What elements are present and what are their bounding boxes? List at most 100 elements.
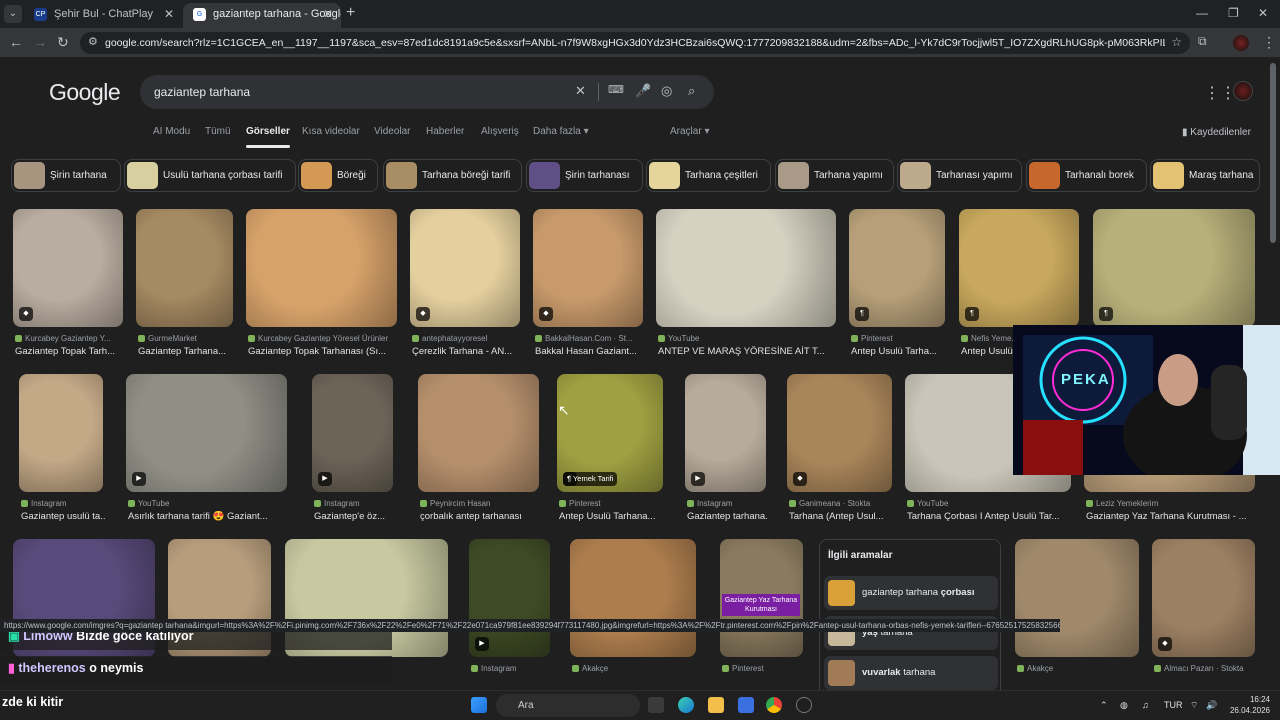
result-thumbnail[interactable]: [19, 374, 103, 492]
file-explorer-icon[interactable]: [708, 697, 724, 713]
result-title[interactable]: Tarhana (Antep Usul...: [789, 511, 894, 522]
image-result[interactable]: ¶ Pinterest Antep Usulü Tarha...: [849, 209, 945, 359]
image-result[interactable]: GurmeMarket Gaziantep Tarhana...: [136, 209, 233, 359]
account-avatar[interactable]: [1233, 81, 1253, 101]
app-icon[interactable]: [796, 697, 812, 713]
input-language[interactable]: TUR: [1164, 700, 1183, 710]
headset-icon[interactable]: ♫: [1142, 700, 1149, 710]
image-result[interactable]: ◆ Almacı Pazarı · Stokta: [1152, 539, 1255, 689]
chip[interactable]: Şirin tarhanası: [526, 159, 643, 192]
result-title[interactable]: Tarhana Çorbası I Antep Usulü Tar...: [907, 511, 1073, 522]
site-info-icon[interactable]: ⚙: [88, 35, 98, 48]
minimize-icon[interactable]: —: [1196, 6, 1208, 20]
profile-avatar[interactable]: [1233, 35, 1249, 51]
tab-short-videos[interactable]: Kısa videolar: [302, 126, 360, 137]
bookmark-star-icon[interactable]: ☆: [1171, 35, 1182, 49]
volume-icon[interactable]: 🔊: [1206, 700, 1217, 711]
image-result[interactable]: ▶ YouTube Asırlık tarhana tarifi 😍 Gaziant…: [126, 374, 287, 524]
back-icon[interactable]: ←: [9, 34, 23, 50]
result-thumbnail[interactable]: [656, 209, 836, 327]
chip[interactable]: Böreği: [298, 159, 378, 192]
wifi-icon[interactable]: ⌔: [1190, 700, 1198, 711]
image-result[interactable]: ▶ Instagram Gaziantep tarhana...: [685, 374, 768, 524]
store-icon[interactable]: [738, 697, 754, 713]
result-title[interactable]: Gaziantep Yaz Tarhana Kurutması - ...: [1086, 511, 1257, 522]
image-result[interactable]: Akakçe: [570, 539, 696, 689]
chip[interactable]: Tarhanası yapımı: [897, 159, 1022, 192]
restore-icon[interactable]: ❐: [1228, 6, 1239, 20]
clear-search-icon[interactable]: ✕: [575, 83, 586, 99]
forward-icon[interactable]: →: [33, 34, 47, 50]
image-result[interactable]: YouTube ANTEP VE MARAŞ YÖRESİNE AİT T...: [656, 209, 836, 359]
result-title[interactable]: Gaziantep'e öz...: [314, 511, 395, 522]
result-title[interactable]: ANTEP VE MARAŞ YÖRESİNE AİT T...: [658, 346, 838, 357]
tools-button[interactable]: Araçlar ▾: [670, 126, 709, 137]
chip[interactable]: Tarhana yapımı: [775, 159, 894, 192]
browser-menu-icon[interactable]: ⋮: [1262, 34, 1276, 51]
result-title[interactable]: Bakkal Hasan Gaziant...: [535, 346, 645, 357]
result-thumbnail[interactable]: [418, 374, 539, 492]
image-result[interactable]: ◆ antephatayyoresel Çerezlik Tarhana - AN.…: [410, 209, 520, 359]
tab-videos[interactable]: Videolar: [374, 126, 411, 137]
edge-icon[interactable]: [678, 697, 694, 713]
apps-grid-icon[interactable]: ⋮⋮: [1204, 83, 1236, 103]
address-bar[interactable]: ⚙ google.com/search?rlz=1C1GCEA_en__1197…: [80, 32, 1190, 54]
google-logo[interactable]: Google: [49, 79, 121, 106]
close-tab-icon[interactable]: ✕: [164, 3, 174, 25]
image-result[interactable]: ▶ Instagram: [469, 539, 550, 689]
image-result[interactable]: Kurcabey Gaziantep Yöresel Ürünler Gazian…: [246, 209, 397, 359]
related-search-item[interactable]: vuvarlak tarhana: [824, 656, 998, 690]
image-result[interactable]: ◆ Ganimeana · Stokta Tarhana (Antep Usul..…: [787, 374, 892, 524]
image-result[interactable]: Instagram Gaziantep usulü ta...: [19, 374, 105, 524]
image-result[interactable]: ¶¶ Yemek TarifiPinterestAntep Usulü Tarh…: [557, 374, 663, 524]
result-title[interactable]: Gaziantep Topak Tarh...: [15, 346, 125, 357]
taskbar-search[interactable]: Ara: [496, 694, 640, 717]
image-result[interactable]: ◆ BakkalHasan.Com · St... Bakkal Hasan Gaz…: [533, 209, 643, 359]
tray-chevron-icon[interactable]: ⌃: [1100, 700, 1108, 711]
result-title[interactable]: Gaziantep Topak Tarhanası (Sı...: [248, 346, 399, 357]
tab-ai-mode[interactable]: AI Modu: [153, 126, 190, 137]
result-thumbnail[interactable]: [1093, 209, 1255, 327]
search-icon[interactable]: ⌕: [688, 83, 695, 99]
close-tab-icon[interactable]: ✕: [323, 3, 333, 25]
browser-tab-chatplay[interactable]: CP Şehir Bul - ChatPlay ✕: [24, 3, 182, 28]
result-thumbnail[interactable]: [570, 539, 696, 657]
new-tab-button[interactable]: +: [346, 4, 355, 22]
result-title[interactable]: çorbalık antep tarhanası: [420, 511, 541, 522]
result-thumbnail[interactable]: [126, 374, 287, 492]
result-thumbnail[interactable]: [136, 209, 233, 327]
chip[interactable]: Tarhana böreği tarifi: [383, 159, 522, 192]
result-title[interactable]: Antep Usulü Tarha...: [851, 346, 947, 357]
search-box[interactable]: gaziantep tarhana ✕ ⌨ 🎤 ◎ ⌕: [140, 75, 714, 109]
network-icon[interactable]: ◍: [1120, 700, 1128, 711]
result-title[interactable]: Çerezlik Tarhana - AN...: [412, 346, 522, 357]
chip[interactable]: Tarhanalı borek: [1026, 159, 1147, 192]
result-thumbnail[interactable]: [246, 209, 397, 327]
chip[interactable]: Şirin tarhana: [11, 159, 121, 192]
keyboard-icon[interactable]: ⌨: [608, 83, 624, 96]
image-result[interactable]: ▶ Instagram Gaziantep'e öz...: [312, 374, 393, 524]
image-result[interactable]: Akakçe: [1015, 539, 1139, 689]
tab-shopping[interactable]: Alışveriş: [481, 126, 519, 137]
result-title[interactable]: Asırlık tarhana tarifi 😍 Gaziant...: [128, 511, 289, 522]
browser-tab-google[interactable]: G gaziantep tarhana - Google'da ✕: [183, 3, 341, 28]
microphone-icon[interactable]: 🎤: [635, 83, 651, 99]
result-title[interactable]: Gaziantep usulü ta...: [21, 511, 105, 522]
tab-more[interactable]: Daha fazla ▾: [533, 126, 589, 137]
extensions-icon[interactable]: ⧉: [1198, 34, 1207, 49]
chrome-icon[interactable]: [766, 697, 782, 713]
reload-icon[interactable]: ↻: [57, 34, 69, 51]
saved-button[interactable]: ▮ Kaydedilenler: [1182, 127, 1251, 138]
task-view-icon[interactable]: [648, 697, 664, 713]
chip[interactable]: Tarhana çeşitleri: [646, 159, 771, 192]
chip[interactable]: Maraş tarhana: [1150, 159, 1260, 192]
result-title[interactable]: Gaziantep tarhana...: [687, 511, 768, 522]
close-window-icon[interactable]: ✕: [1258, 6, 1268, 20]
page-scrollbar[interactable]: [1270, 63, 1276, 243]
related-search-item[interactable]: gaziantep tarhana çorbası: [824, 576, 998, 610]
tab-news[interactable]: Haberler: [426, 126, 464, 137]
tab-images[interactable]: Görseller: [246, 126, 290, 148]
tab-search-button[interactable]: ⌄: [4, 5, 22, 23]
image-result[interactable]: ◆ Kurcabey Gaziantep Y... Gaziantep Topak …: [13, 209, 123, 359]
image-result[interactable]: Peynircim Hasan çorbalık antep tarhanası: [418, 374, 539, 524]
